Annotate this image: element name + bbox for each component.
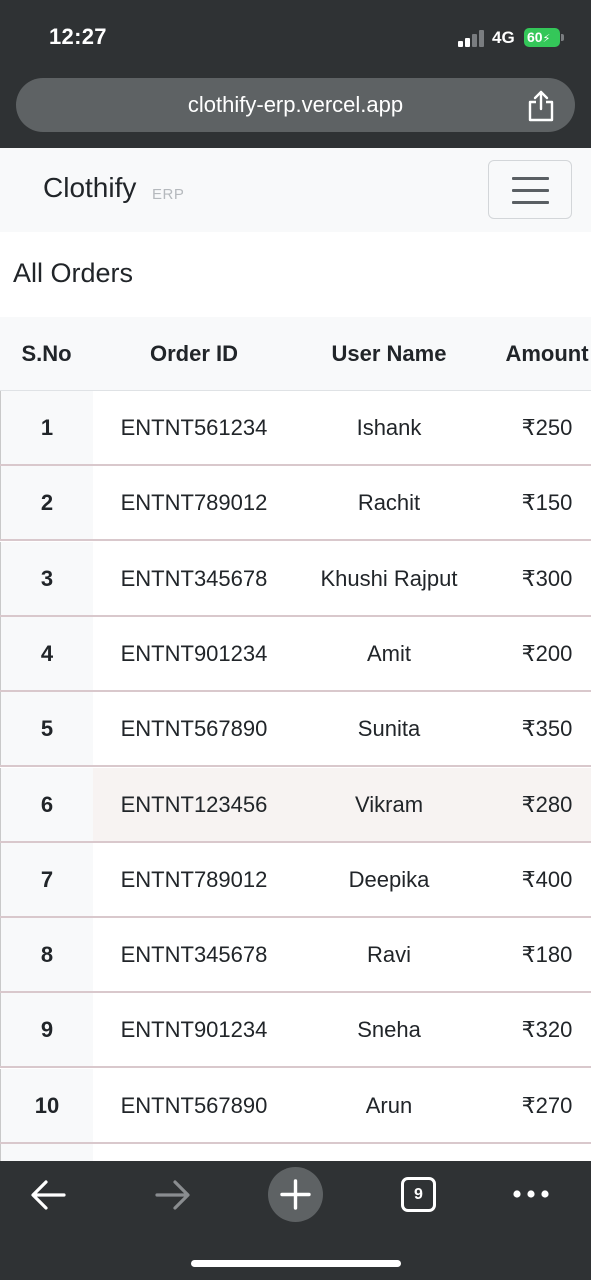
network-type: 4G (492, 28, 515, 47)
brand-name[interactable]: Clothify (43, 172, 136, 204)
header-order-id: Order ID (149, 341, 239, 366)
cell-sno: 5 (0, 692, 93, 766)
page-title: All Orders (13, 258, 134, 288)
cell-sno: 4 (0, 616, 93, 690)
signal-icon (458, 30, 486, 47)
cell-order-id: ENTNT561234 (120, 415, 268, 440)
table-row[interactable]: 8 ENTNT345678 Ravi ₹180 (0, 918, 591, 994)
share-icon[interactable] (526, 90, 556, 122)
cell-user-name: Ishank (356, 415, 422, 440)
cell-amount: ₹150 (521, 490, 573, 516)
table-row[interactable]: 10 ENTNT567890 Arun ₹270 (0, 1068, 591, 1144)
cell-amount: ₹350 (521, 716, 573, 742)
cell-sno: 10 (0, 1068, 93, 1142)
cell-amount: ₹270 (521, 1092, 573, 1118)
cell-order-id: ENTNT345678 (120, 565, 268, 591)
hamburger-menu-icon[interactable] (488, 160, 572, 219)
cell-amount: ₹180 (521, 942, 573, 968)
cell-sno: 6 (0, 767, 93, 841)
more-dots-icon[interactable] (512, 1189, 550, 1199)
cell-user-name: Rachit (357, 490, 421, 516)
cell-user-name: Sneha (357, 1017, 421, 1043)
cell-amount: ₹280 (521, 791, 573, 817)
cell-user-name: Vikram (354, 791, 424, 817)
back-arrow-icon[interactable] (30, 1178, 68, 1212)
cell-order-id: ENTNT123456 (120, 791, 268, 817)
table-row[interactable]: 2 ENTNT789012 Rachit ₹150 (0, 466, 591, 542)
address-bar[interactable]: clothify-erp.vercel.app (16, 78, 575, 132)
cell-amount: ₹200 (521, 640, 573, 666)
cell-user-name: Arun (365, 1092, 413, 1118)
battery-charging-icon: 60⚡ (524, 28, 560, 47)
brand-subtitle: ERP (152, 186, 185, 203)
header-amount: Amount (505, 341, 589, 366)
header-sno: S.No (21, 341, 72, 366)
table-row[interactable]: 7 ENTNT789012 Deepika ₹400 (0, 842, 591, 918)
cell-sno (0, 1144, 93, 1161)
cell-order-id: ENTNT789012 (120, 490, 268, 516)
cell-order-id: ENTNT901234 (120, 1017, 268, 1043)
cell-user-name: Ravi (366, 942, 411, 968)
tabs-icon[interactable]: 9 (401, 1177, 436, 1212)
cell-sno: 1 (0, 391, 93, 464)
table-header: S.No Order ID User Name Amount (0, 317, 591, 391)
table-row[interactable]: 1 ENTNT561234 Ishank ₹250 (0, 391, 591, 466)
cell-order-id: ENTNT901234 (120, 640, 268, 666)
table-row[interactable]: 3 ENTNT345678 Khushi Rajput ₹300 (0, 541, 591, 617)
table-row[interactable]: 6 ENTNT123456 Vikram ₹280 (0, 767, 591, 843)
cell-order-id: ENTNT345678 (120, 942, 268, 968)
cell-amount: ₹400 (521, 866, 573, 892)
cell-order-id: ENTNT567890 (120, 1092, 268, 1118)
table-row[interactable]: 9 ENTNT901234 Sneha ₹320 (0, 993, 591, 1069)
cell-sno: 3 (0, 541, 93, 615)
navbar: Clothify ERP (0, 148, 591, 232)
cell-order-id: ENTNT789012 (120, 866, 268, 892)
url-text: clothify-erp.vercel.app (187, 92, 404, 117)
battery-level: 60 (527, 29, 543, 45)
table-row-partial (0, 1144, 591, 1161)
cell-amount: ₹320 (521, 1017, 573, 1043)
cell-user-name: Amit (367, 640, 411, 666)
cell-sno: 7 (0, 842, 93, 916)
cell-sno: 8 (0, 918, 93, 992)
browser-address-area: clothify-erp.vercel.app (0, 70, 591, 148)
table-row[interactable]: 4 ENTNT901234 Amit ₹200 (0, 616, 591, 692)
cell-amount: ₹300 (521, 565, 573, 591)
cell-user-name: Deepika (348, 866, 430, 892)
new-tab-button[interactable] (268, 1167, 323, 1222)
cell-sno: 2 (0, 466, 93, 540)
cell-user-name: Khushi Rajput (320, 565, 458, 591)
cell-sno: 9 (0, 993, 93, 1067)
plus-icon (280, 1179, 311, 1210)
status-bar: 12:27 4G 60⚡ (0, 0, 591, 70)
battery-tip (561, 34, 564, 41)
orders-table[interactable]: S.No Order ID User Name Amount 1 ENTNT561… (0, 317, 591, 1161)
cell-user-name: Sunita (357, 716, 421, 742)
cell-order-id: ENTNT567890 (120, 716, 268, 742)
home-indicator (191, 1260, 401, 1267)
table-row[interactable]: 5 ENTNT567890 Sunita ₹350 (0, 692, 591, 768)
status-time: 12:27 (49, 24, 107, 49)
browser-toolbar: 9 (0, 1161, 591, 1280)
header-user-name: User Name (331, 341, 447, 366)
cell-amount: ₹250 (521, 415, 573, 440)
forward-arrow-icon[interactable] (153, 1178, 191, 1212)
